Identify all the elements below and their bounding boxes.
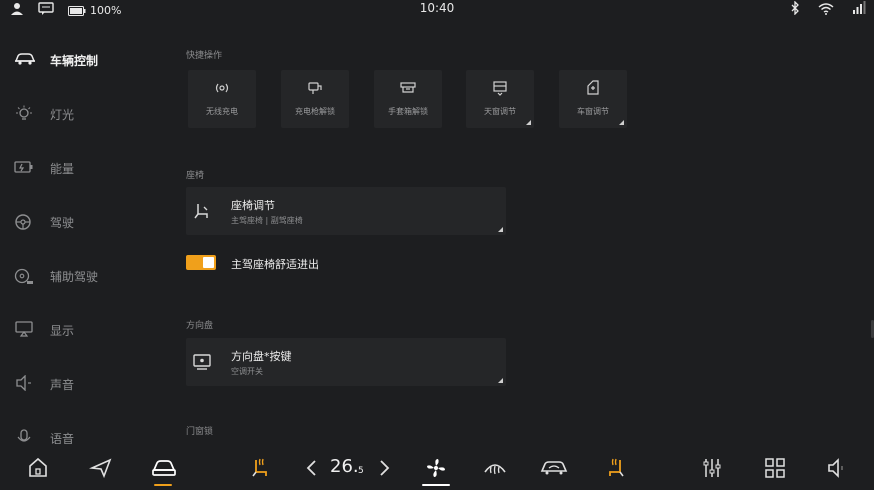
temp-up-icon[interactable] bbox=[374, 456, 398, 480]
quick-label: 无线充电 bbox=[206, 107, 238, 116]
expand-corner-icon bbox=[498, 378, 503, 383]
sidebar-item-lights[interactable]: 灯光 bbox=[0, 99, 170, 129]
temperature-value: 26. bbox=[330, 456, 359, 477]
temp-down-icon[interactable] bbox=[302, 456, 326, 480]
wifi-icon[interactable] bbox=[818, 0, 834, 19]
fan-level-indicator bbox=[422, 484, 450, 486]
section-title-steering: 方向盘 bbox=[186, 321, 214, 331]
car-icon bbox=[14, 51, 36, 69]
microphone-icon bbox=[14, 429, 34, 444]
battery-icon bbox=[14, 159, 34, 177]
steering-button-subtitle: 空调开关 bbox=[231, 367, 263, 376]
home-icon[interactable] bbox=[26, 456, 50, 480]
toggle-knob bbox=[203, 257, 214, 268]
sidebar-item-label: 灯光 bbox=[50, 108, 75, 122]
sidebar-item-label: 辅助驾驶 bbox=[50, 270, 99, 284]
section-title-door-lock: 门窗锁 bbox=[186, 427, 214, 437]
volume-icon[interactable] bbox=[826, 456, 850, 480]
wireless-charging-icon bbox=[214, 80, 230, 96]
comfort-entry-toggle[interactable] bbox=[186, 255, 216, 270]
status-bar: 100% 10:40 bbox=[0, 0, 874, 18]
temperature-decimal: 5 bbox=[358, 466, 364, 476]
steering-button-icon bbox=[192, 352, 212, 372]
quick-glovebox-unlock-button[interactable]: 手套箱解锁 bbox=[374, 70, 442, 128]
quick-window-button[interactable]: 车窗调节 bbox=[559, 70, 627, 128]
assisted-driving-icon bbox=[14, 267, 34, 285]
bluetooth-icon[interactable] bbox=[790, 0, 800, 19]
sidebar-item-energy[interactable]: 能量 bbox=[0, 153, 170, 183]
section-title-quick-ops: 快捷操作 bbox=[186, 51, 223, 61]
apps-grid-icon[interactable] bbox=[763, 456, 787, 480]
vehicle-settings-icon[interactable] bbox=[151, 456, 176, 480]
quick-sunroof-button[interactable]: 天窗调节 bbox=[466, 70, 534, 128]
charging-gun-icon bbox=[307, 80, 323, 96]
sidebar-item-vehicle-control[interactable]: 车辆控制 bbox=[0, 45, 170, 75]
sidebar-item-assisted-driving[interactable]: 辅助驾驶 bbox=[0, 261, 170, 291]
window-icon bbox=[585, 80, 601, 96]
seat-adjust-subtitle: 主驾座椅 | 副驾座椅 bbox=[231, 216, 303, 225]
sidebar-item-voice[interactable]: 语音 bbox=[0, 423, 170, 444]
status-right bbox=[790, 0, 866, 19]
expand-corner-icon bbox=[619, 120, 624, 125]
sidebar-item-driving[interactable]: 驾驶 bbox=[0, 207, 170, 237]
sidebar-item-sound[interactable]: 声音 bbox=[0, 369, 170, 399]
steering-button-card[interactable]: 方向盘*按键 空调开关 bbox=[186, 338, 506, 386]
quick-charging-gun-unlock-button[interactable]: 充电枪解锁 bbox=[281, 70, 349, 128]
active-indicator bbox=[154, 484, 172, 486]
sidebar-item-label: 语音 bbox=[50, 432, 75, 444]
passenger-seat-heat-icon[interactable] bbox=[604, 456, 628, 480]
navigation-icon[interactable] bbox=[88, 456, 113, 480]
sidebar-item-label: 显示 bbox=[50, 324, 75, 338]
speaker-icon bbox=[14, 374, 34, 393]
expand-corner-icon bbox=[498, 227, 503, 232]
steering-button-title: 方向盘*按键 bbox=[231, 350, 292, 363]
car-recirculation-icon[interactable] bbox=[539, 456, 568, 480]
clock: 10:40 bbox=[419, 1, 455, 15]
steering-wheel-icon bbox=[14, 213, 34, 231]
sidebar-item-label: 能量 bbox=[50, 162, 75, 176]
expand-corner-icon bbox=[526, 120, 531, 125]
main-content: 快捷操作 无线充电 充电枪解锁 手套箱解锁 天窗调节 车窗调节 座椅 座椅调节 … bbox=[186, 36, 866, 446]
climate-settings-icon[interactable] bbox=[700, 456, 724, 480]
section-title-seat: 座椅 bbox=[186, 171, 205, 181]
glovebox-icon bbox=[400, 80, 416, 96]
sidebar-item-display[interactable]: 显示 bbox=[0, 315, 170, 345]
quick-label: 天窗调节 bbox=[484, 107, 516, 116]
sidebar-item-label: 驾驶 bbox=[50, 216, 75, 230]
seat-adjust-card[interactable]: 座椅调节 主驾座椅 | 副驾座椅 bbox=[186, 187, 506, 235]
seat-icon bbox=[192, 201, 212, 221]
fan-icon[interactable] bbox=[424, 456, 448, 480]
bottom-dock: 26. 5 bbox=[0, 446, 874, 490]
sidebar: 车辆控制 灯光 能量 驾驶 辅助驾驶 显示 声音 语音 bbox=[0, 34, 170, 444]
sunroof-icon bbox=[492, 80, 508, 96]
comfort-entry-row: 主驾座椅舒适进出 bbox=[186, 254, 506, 272]
quick-label: 充电枪解锁 bbox=[295, 107, 335, 116]
quick-label: 车窗调节 bbox=[577, 107, 609, 116]
front-defrost-icon[interactable] bbox=[482, 456, 506, 480]
quick-wireless-charging-button[interactable]: 无线充电 bbox=[188, 70, 256, 128]
seat-heat-icon[interactable] bbox=[248, 456, 272, 480]
sidebar-item-label: 车辆控制 bbox=[50, 54, 99, 68]
display-icon bbox=[14, 321, 34, 339]
seat-adjust-title: 座椅调节 bbox=[231, 199, 275, 212]
screen: 100% 10:40 车辆控制 灯光 能量 驾驶 辅助驾驶 显示 声音 语音 快… bbox=[0, 0, 874, 490]
quick-label: 手套箱解锁 bbox=[388, 107, 428, 116]
light-bulb-icon bbox=[14, 105, 34, 123]
signal-icon bbox=[852, 0, 866, 19]
sidebar-item-label: 声音 bbox=[50, 378, 75, 392]
comfort-entry-label: 主驾座椅舒适进出 bbox=[231, 258, 319, 271]
